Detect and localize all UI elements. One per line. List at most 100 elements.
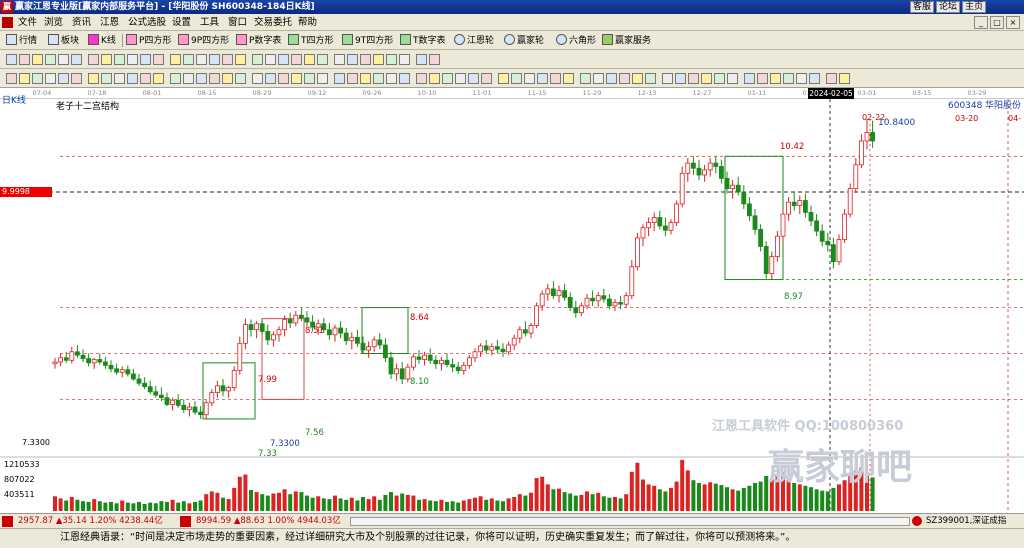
link-customer-service[interactable]: 客服 [910,1,935,13]
drawing-tool-icon[interactable] [498,73,509,84]
drawing-tool-icon[interactable] [399,73,410,84]
drawing-tool-icon[interactable] [304,54,315,65]
drawing-tool-icon[interactable] [429,73,440,84]
drawing-tool-icon[interactable] [6,54,17,65]
drawing-tool-icon[interactable] [317,73,328,84]
link-forum[interactable]: 论坛 [936,1,961,13]
drawing-tool-icon[interactable] [88,54,99,65]
toolbar-sectors[interactable]: 板块 [48,34,79,47]
drawing-tool-icon[interactable] [196,73,207,84]
drawing-tool-icon[interactable] [153,54,164,65]
drawing-tool-icon[interactable] [386,73,397,84]
drawing-tool-icon[interactable] [278,54,289,65]
drawing-tool-icon[interactable] [662,73,673,84]
close-button[interactable]: × [1006,16,1020,29]
drawing-tool-icon[interactable] [88,73,99,84]
drawing-tool-icon[interactable] [416,73,427,84]
drawing-tool-icon[interactable] [45,73,56,84]
drawing-tool-icon[interactable] [770,73,781,84]
drawing-tool-icon[interactable] [101,54,112,65]
drawing-tool-icon[interactable] [796,73,807,84]
drawing-tool-icon[interactable] [127,73,138,84]
drawing-tool-icon[interactable] [645,73,656,84]
drawing-tool-icon[interactable] [235,54,246,65]
toolbar-gann-wheel[interactable]: 江恩轮 [454,34,494,47]
drawing-tool-icon[interactable] [839,73,850,84]
toolbar-hexagon[interactable]: 六角形 [556,34,596,47]
drawing-tool-icon[interactable] [170,54,181,65]
drawing-tool-icon[interactable] [19,54,30,65]
drawing-tool-icon[interactable] [744,73,755,84]
toolbar-quotes[interactable]: 行情 [6,34,37,47]
toolbar-9p-square[interactable]: 9P四方形 [178,34,229,47]
toolbar-kline[interactable]: K线 [88,34,116,47]
drawing-tool-icon[interactable] [550,73,561,84]
drawing-tool-icon[interactable] [537,73,548,84]
drawing-tool-icon[interactable] [153,73,164,84]
menu-news[interactable]: 资讯 [72,16,91,29]
drawing-tool-icon[interactable] [334,73,345,84]
drawing-tool-icon[interactable] [291,54,302,65]
menu-window[interactable]: 窗口 [228,16,247,29]
drawing-tool-icon[interactable] [783,73,794,84]
drawing-tool-icon[interactable] [291,73,302,84]
drawing-tool-icon[interactable] [183,54,194,65]
drawing-tool-icon[interactable] [304,73,315,84]
minimize-button[interactable]: _ [974,16,988,29]
drawing-tool-icon[interactable] [170,73,181,84]
drawing-tool-icon[interactable] [265,73,276,84]
toolbar-p-square[interactable]: P四方形 [126,34,171,47]
drawing-tool-icon[interactable] [619,73,630,84]
sz-index-quote[interactable]: 8994.59 ▲88.63 1.00% 4944.03亿 [196,516,341,527]
drawing-tool-icon[interactable] [196,54,207,65]
drawing-tool-icon[interactable] [140,73,151,84]
toolbar-t-table[interactable]: T数字表 [400,34,446,47]
menu-formula-picker[interactable]: 公式选股 [128,16,166,29]
drawing-tool-icon[interactable] [317,54,328,65]
toolbar-winner-service[interactable]: 赢家服务 [602,34,651,47]
link-homepage[interactable]: 主页 [962,1,987,13]
app-menu-icon[interactable] [2,17,13,28]
drawing-tool-icon[interactable] [58,54,69,65]
drawing-tool-icon[interactable] [442,73,453,84]
drawing-tool-icon[interactable] [114,73,125,84]
drawing-tool-icon[interactable] [334,54,345,65]
drawing-tool-icon[interactable] [32,73,43,84]
menu-browse[interactable]: 浏览 [44,16,63,29]
drawing-tool-icon[interactable] [140,54,151,65]
drawing-tool-icon[interactable] [399,54,410,65]
drawing-tool-icon[interactable] [114,54,125,65]
drawing-tool-icon[interactable] [209,73,220,84]
drawing-tool-icon[interactable] [278,73,289,84]
drawing-tool-icon[interactable] [209,54,220,65]
drawing-tool-icon[interactable] [19,73,30,84]
toolbar-p-table[interactable]: P数字表 [236,34,281,47]
menu-settings[interactable]: 设置 [172,16,191,29]
maximize-button[interactable]: □ [990,16,1004,29]
drawing-tool-icon[interactable] [32,54,43,65]
drawing-tool-icon[interactable] [727,73,738,84]
drawing-tool-icon[interactable] [265,54,276,65]
drawing-tool-icon[interactable] [71,54,82,65]
drawing-tool-icon[interactable] [360,54,371,65]
drawing-tool-icon[interactable] [580,73,591,84]
drawing-tool-icon[interactable] [101,73,112,84]
drawing-tool-icon[interactable] [455,73,466,84]
drawing-tool-icon[interactable] [809,73,820,84]
menu-help[interactable]: 帮助 [298,16,317,29]
sh-index-quote[interactable]: 2957.87 ▲35.14 1.20% 4238.44亿 [18,516,163,527]
toolbar-t-square[interactable]: T四方形 [288,34,334,47]
drawing-tool-icon[interactable] [563,73,574,84]
drawing-tool-icon[interactable] [235,73,246,84]
drawing-tool-icon[interactable] [416,54,427,65]
drawing-tool-icon[interactable] [6,73,17,84]
drawing-tool-icon[interactable] [688,73,699,84]
drawing-tool-icon[interactable] [222,54,233,65]
drawing-tool-icon[interactable] [347,54,358,65]
drawing-tool-icon[interactable] [632,73,643,84]
drawing-tool-icon[interactable] [606,73,617,84]
drawing-tool-icon[interactable] [386,54,397,65]
menu-gann[interactable]: 江恩 [100,16,119,29]
drawing-tool-icon[interactable] [481,73,492,84]
drawing-tool-icon[interactable] [347,73,358,84]
